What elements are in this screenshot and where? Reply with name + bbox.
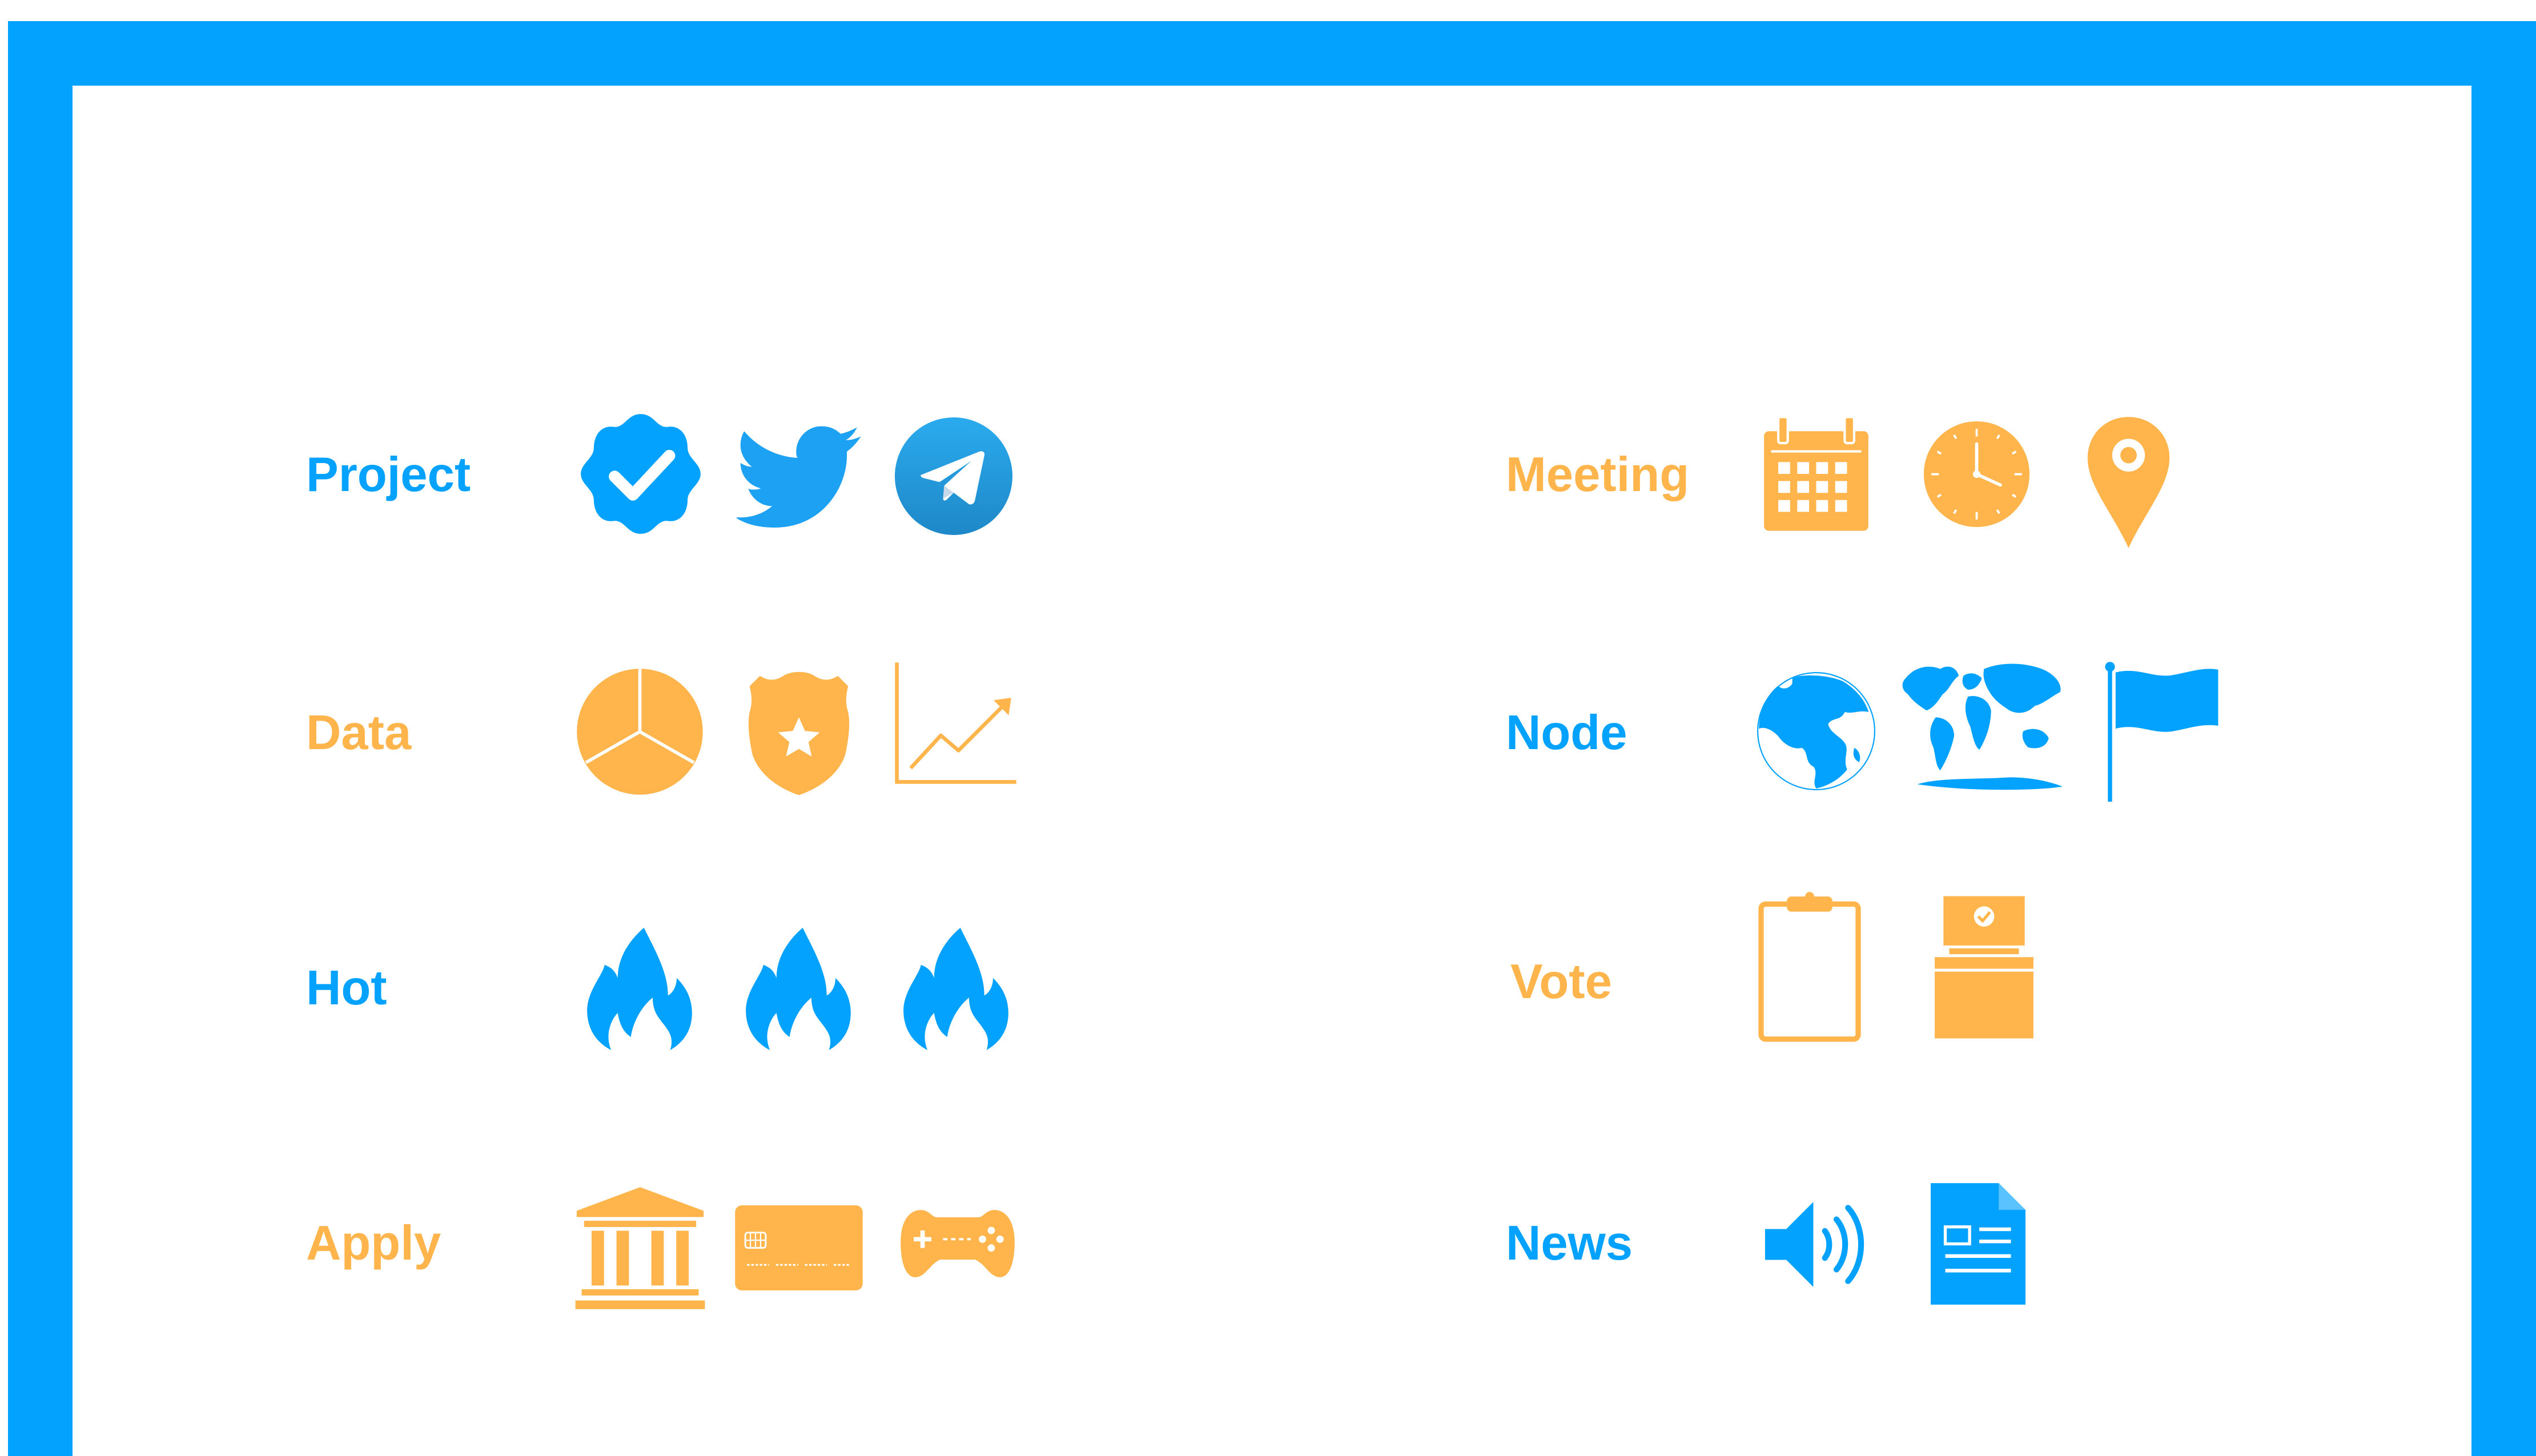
- flame-icon: [585, 926, 694, 1051]
- flag-icon: [2104, 661, 2220, 802]
- label-data: Data: [306, 706, 412, 760]
- calendar-icon: [1762, 414, 1871, 534]
- credit-card-icon: [734, 1205, 863, 1290]
- pie-chart-icon: [576, 667, 704, 796]
- globe-icon: [1757, 671, 1876, 791]
- document-icon: [1931, 1183, 2025, 1305]
- telegram-icon: [895, 417, 1012, 535]
- label-news: News: [1506, 1216, 1633, 1270]
- clock-icon: [1923, 420, 2031, 528]
- label-vote: Vote: [1510, 955, 1612, 1009]
- verified-badge-icon: [576, 409, 706, 539]
- label-hot: Hot: [306, 961, 387, 1015]
- world-map-icon: [1894, 655, 2067, 794]
- police-badge-icon: [747, 668, 851, 798]
- gamepad-icon: [899, 1207, 1016, 1280]
- label-meeting: Meeting: [1506, 448, 1690, 502]
- map-pin-icon: [2085, 413, 2172, 552]
- label-node: Node: [1506, 706, 1627, 760]
- label-project: Project: [306, 448, 471, 502]
- line-chart-icon: [893, 660, 1019, 786]
- flame-icon: [901, 926, 1011, 1051]
- flame-icon: [743, 926, 853, 1051]
- label-apply: Apply: [306, 1216, 441, 1270]
- speaker-icon: [1762, 1196, 1870, 1293]
- bank-building-icon: [574, 1186, 706, 1310]
- ballot-box-icon: [1932, 892, 2036, 1039]
- clipboard-icon: [1757, 891, 1863, 1044]
- twitter-bird-icon: [737, 424, 863, 528]
